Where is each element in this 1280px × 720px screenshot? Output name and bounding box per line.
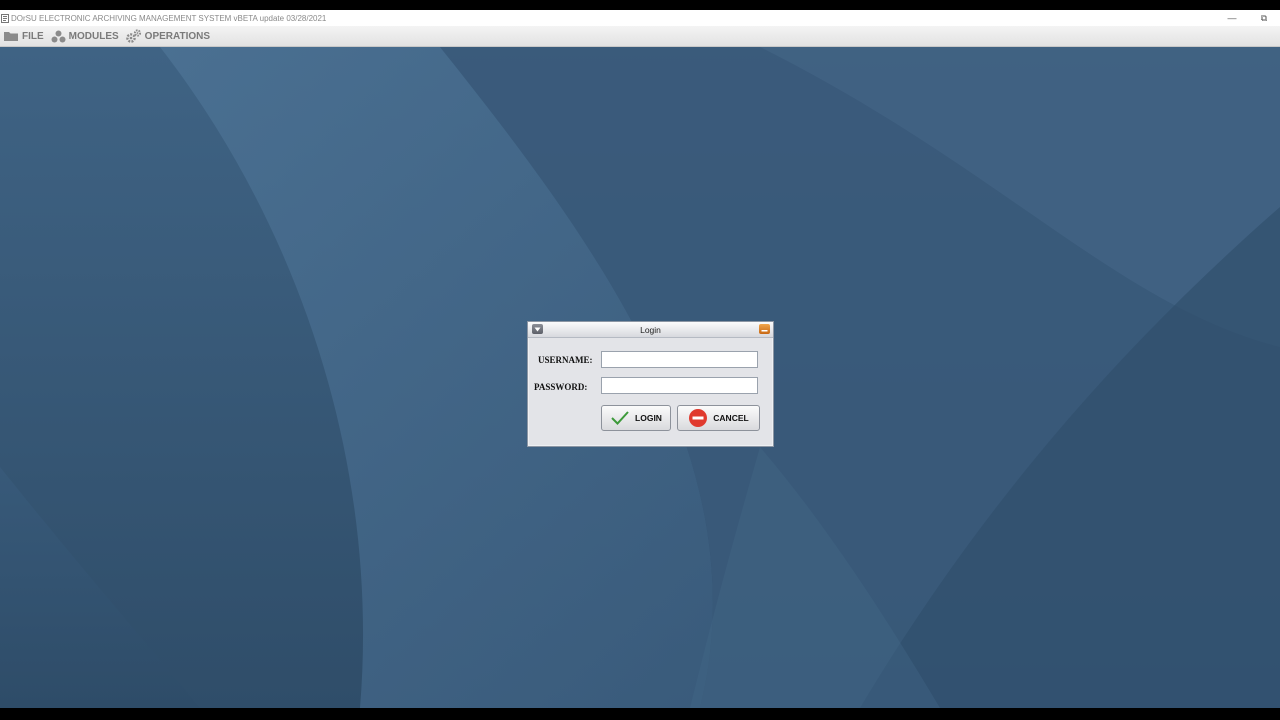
minimize-button[interactable]: — [1216, 10, 1248, 26]
window-title: DOrSU ELECTRONIC ARCHIVING MANAGEMENT SY… [11, 13, 327, 23]
screen-top-border [0, 0, 1280, 10]
restore-button[interactable]: ⧉ [1248, 10, 1280, 26]
password-input[interactable] [601, 377, 758, 394]
dialog-minimize-button[interactable] [759, 324, 770, 334]
menubar: FILE MODULES OPERATIONS [0, 26, 1280, 47]
minimize-icon [761, 329, 768, 331]
cancel-icon [689, 409, 708, 427]
login-dialog-titlebar[interactable]: Login [528, 322, 773, 338]
menu-operations[interactable]: OPERATIONS [125, 29, 211, 43]
login-dialog: Login USERNAME: PASSWORD: LOGIN CANCEL [527, 321, 774, 447]
chevron-down-icon [534, 327, 541, 331]
menu-file[interactable]: FILE [3, 30, 44, 42]
cancel-button[interactable]: CANCEL [677, 405, 760, 431]
screen-bottom-border [0, 708, 1280, 720]
gears-icon [125, 29, 141, 43]
dialog-menu-button[interactable] [532, 324, 543, 334]
login-button[interactable]: LOGIN [601, 405, 671, 431]
password-label: PASSWORD: [534, 382, 588, 392]
cancel-button-label: CANCEL [713, 413, 749, 423]
login-dialog-title: Login [640, 324, 661, 335]
window-titlebar[interactable]: DOrSU ELECTRONIC ARCHIVING MANAGEMENT SY… [0, 10, 1280, 26]
login-button-label: LOGIN [635, 413, 662, 423]
menu-modules-label: MODULES [68, 30, 119, 42]
menu-file-label: FILE [22, 30, 44, 42]
username-label: USERNAME: [538, 355, 593, 365]
menu-modules[interactable]: MODULES [51, 30, 119, 43]
window-controls: — ⧉ [1216, 10, 1280, 26]
username-input[interactable] [601, 351, 758, 368]
modules-icon [51, 30, 66, 42]
folder-icon [4, 32, 18, 41]
app-icon [1, 13, 9, 23]
menu-operations-label: OPERATIONS [144, 30, 211, 42]
checkmark-icon [611, 411, 629, 425]
